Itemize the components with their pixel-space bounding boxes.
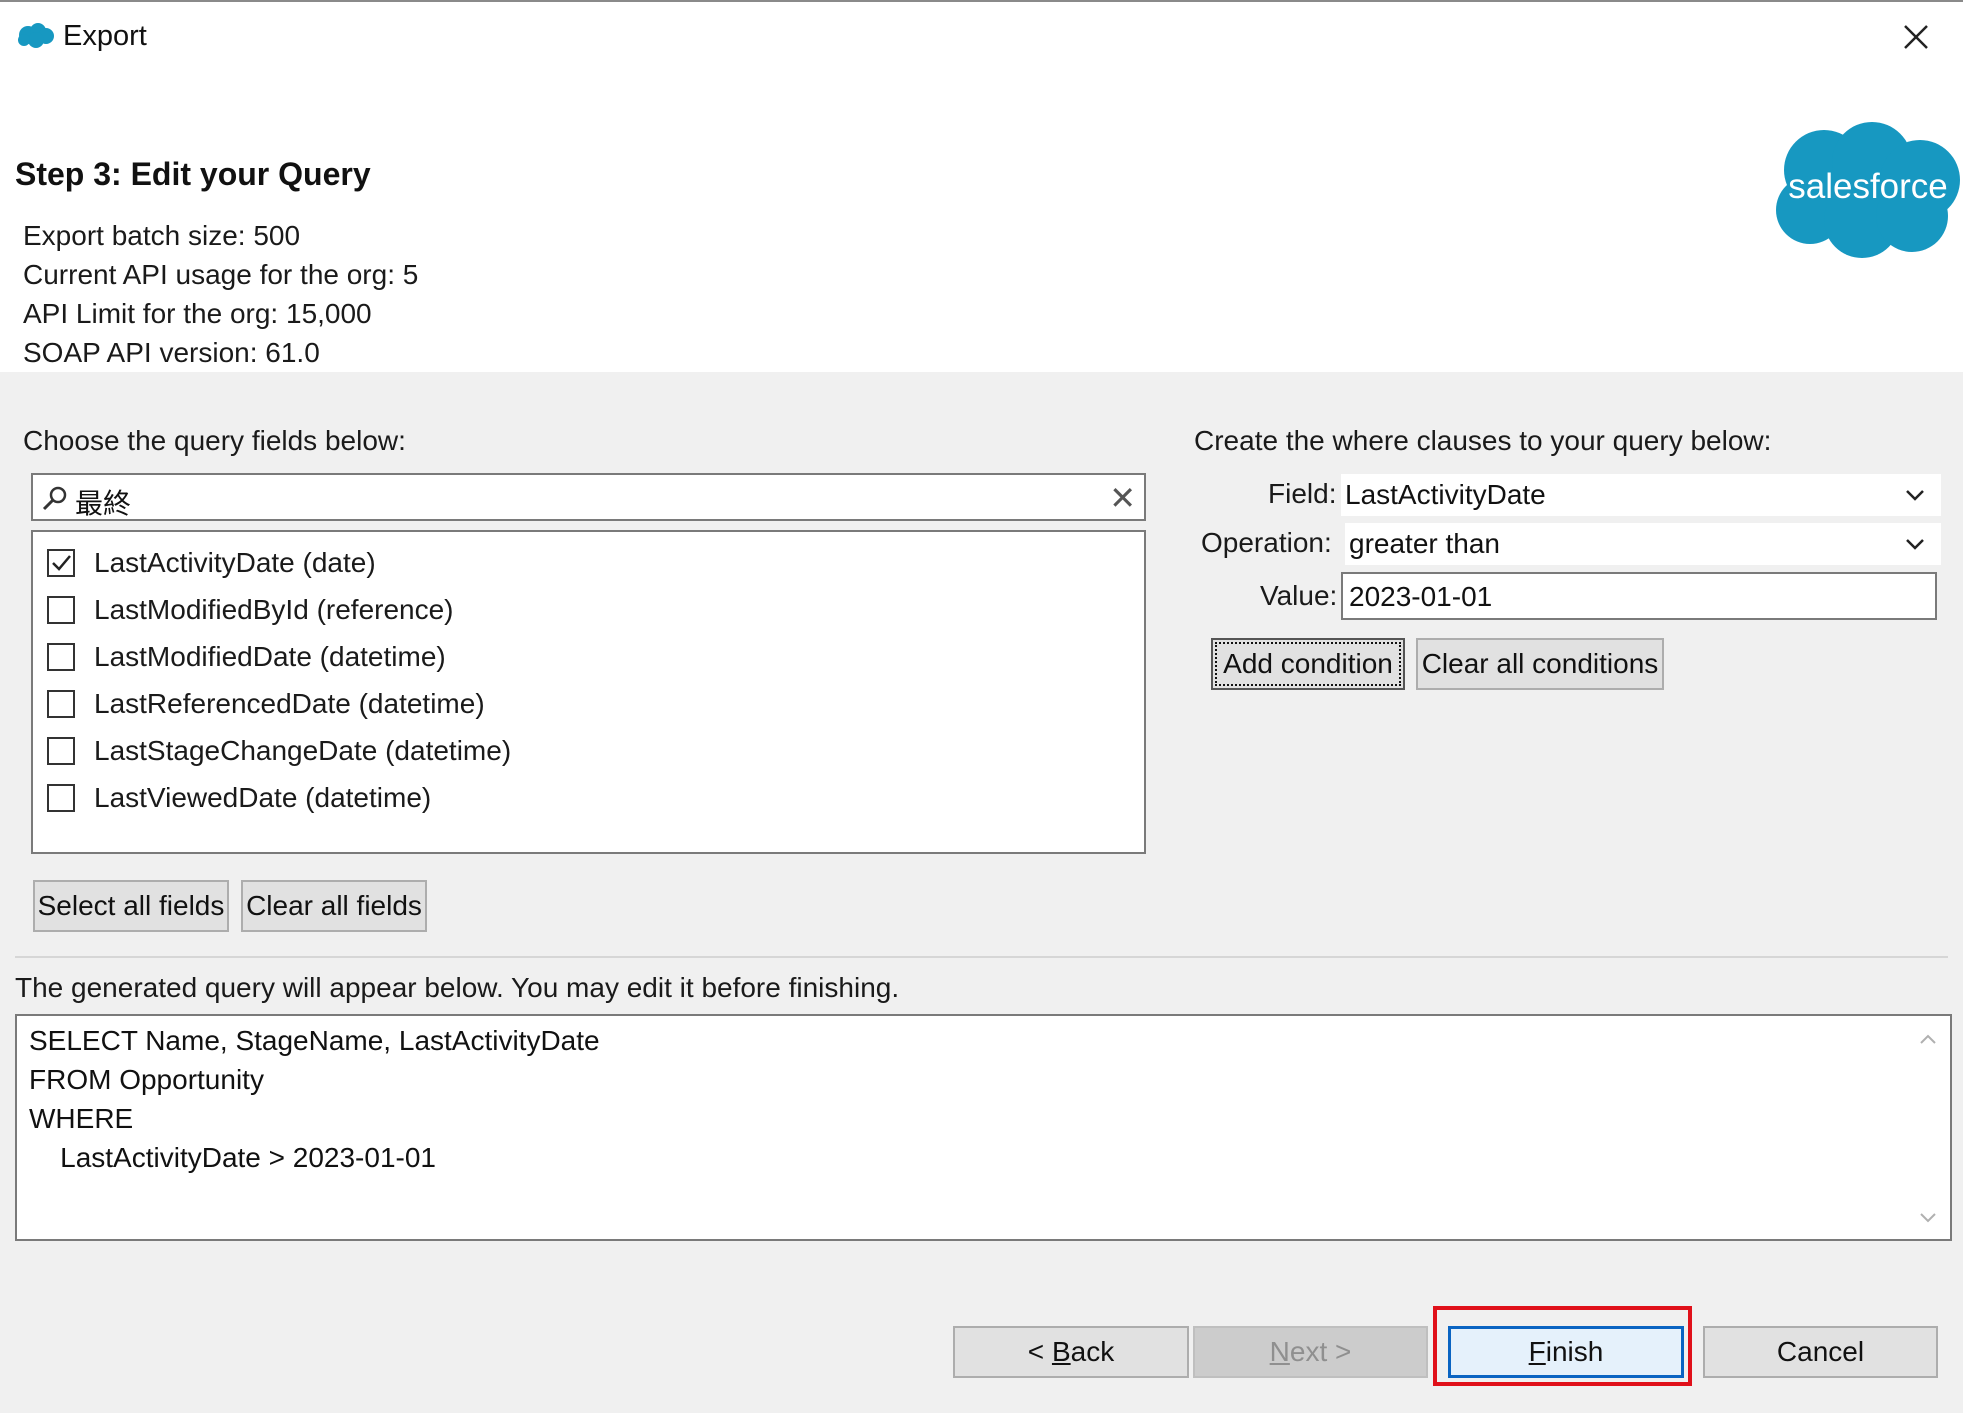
salesforce-cloud-icon [18, 23, 54, 48]
field-item-laststagechangedate[interactable]: LastStageChangeDate (datetime) [47, 731, 511, 771]
checkbox[interactable] [47, 643, 75, 671]
scroll-down-icon[interactable] [1916, 1205, 1940, 1229]
field-search-input[interactable]: 最終 ✕ [31, 473, 1146, 521]
add-condition-button[interactable]: Add condition [1211, 638, 1405, 690]
window-title: Export [63, 20, 147, 52]
field-item-label: LastStageChangeDate (datetime) [94, 735, 512, 766]
field-item-label: LastActivityDate (date) [94, 547, 376, 578]
api-limit-text: API Limit for the org: 15,000 [23, 298, 372, 329]
operation-label: Operation: [1201, 527, 1332, 558]
field-dropdown[interactable]: LastActivityDate [1341, 474, 1941, 516]
checkbox[interactable] [47, 784, 75, 812]
chevron-down-icon [1906, 539, 1924, 550]
salesforce-logo: salesforce [1776, 122, 1960, 258]
field-item-label: LastReferencedDate (datetime) [94, 688, 485, 719]
field-item-lastactivitydate[interactable]: LastActivityDate (date) [47, 543, 376, 583]
divider [15, 956, 1948, 958]
query-line: FROM Opportunity [29, 1064, 264, 1095]
checkbox[interactable] [47, 737, 75, 765]
field-item-lastvieweddate[interactable]: LastViewedDate (datetime) [47, 778, 431, 818]
query-panel-label: The generated query will appear below. Y… [15, 972, 900, 1003]
close-icon[interactable] [1895, 16, 1937, 58]
query-line: LastActivityDate > 2023-01-01 [29, 1142, 436, 1173]
field-label: Field: [1268, 478, 1337, 509]
search-icon [42, 486, 67, 511]
query-line: SELECT Name, StageName, LastActivityDate [29, 1025, 600, 1056]
operation-dropdown[interactable]: greater than [1345, 523, 1941, 565]
checkbox[interactable] [47, 690, 75, 718]
api-usage-text: Current API usage for the org: 5 [23, 259, 419, 290]
checkbox[interactable] [47, 596, 75, 624]
soap-api-version-text: SOAP API version: 61.0 [23, 337, 320, 368]
checkbox-checked[interactable] [47, 549, 75, 577]
finish-mnemonic: F [1528, 1336, 1546, 1367]
where-panel-label: Create the where clauses to your query b… [1194, 425, 1772, 456]
cancel-button[interactable]: Cancel [1703, 1326, 1938, 1378]
fields-panel-label: Choose the query fields below: [23, 425, 406, 456]
field-item-label: LastModifiedDate (datetime) [94, 641, 446, 672]
clear-all-fields-button[interactable]: Clear all fields [241, 880, 427, 932]
finish-rest: inish [1545, 1336, 1604, 1367]
search-value: 最終 [75, 488, 132, 519]
clear-icon[interactable]: ✕ [1109, 479, 1136, 517]
next-mnemonic: N [1269, 1336, 1290, 1367]
select-all-fields-button[interactable]: Select all fields [33, 880, 229, 932]
operation-dropdown-value: greater than [1349, 528, 1500, 559]
value-input[interactable]: 2023-01-01 [1341, 572, 1937, 620]
chevron-down-icon [1906, 490, 1924, 501]
clear-all-conditions-button[interactable]: Clear all conditions [1416, 638, 1664, 690]
query-line: WHERE [29, 1103, 134, 1134]
field-item-lastmodifiedbyid[interactable]: LastModifiedById (reference) [47, 590, 454, 630]
back-button[interactable]: < Back [953, 1326, 1189, 1378]
check-icon [52, 555, 71, 571]
step-title: Step 3: Edit your Query [15, 156, 371, 192]
next-rest: ext > [1289, 1336, 1352, 1367]
field-item-lastmodifieddate[interactable]: LastModifiedDate (datetime) [47, 637, 446, 677]
back-prefix: < [1027, 1336, 1052, 1367]
back-rest: ack [1070, 1336, 1115, 1367]
field-dropdown-value: LastActivityDate [1345, 479, 1546, 510]
export-batch-size-text: Export batch size: 500 [23, 220, 301, 251]
field-item-label: LastViewedDate (datetime) [94, 782, 432, 813]
finish-button[interactable]: Finish [1448, 1326, 1684, 1378]
value-label: Value: [1260, 580, 1338, 611]
scroll-up-icon[interactable] [1916, 1028, 1940, 1052]
next-button: Next > [1193, 1326, 1428, 1378]
value-input-text: 2023-01-01 [1349, 581, 1493, 612]
back-mnemonic: B [1051, 1336, 1071, 1367]
query-editor[interactable]: SELECT Name, StageName, LastActivityDate… [15, 1014, 1952, 1241]
field-item-lastreferenceddate[interactable]: LastReferencedDate (datetime) [47, 684, 485, 724]
salesforce-logo-text: salesforce [1788, 167, 1948, 206]
field-list[interactable]: LastActivityDate (date) LastModifiedById… [31, 530, 1146, 854]
field-item-label: LastModifiedById (reference) [94, 594, 454, 625]
